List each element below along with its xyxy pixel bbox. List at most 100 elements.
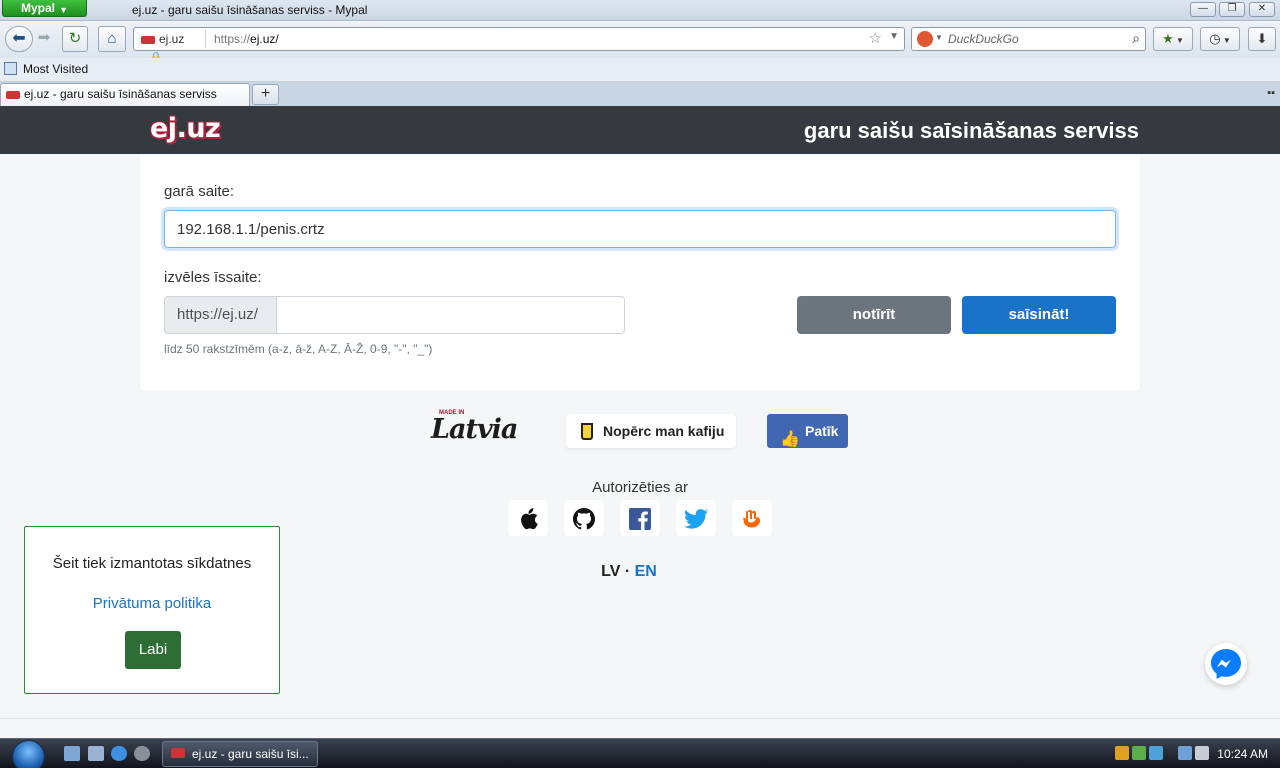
buy-me-coffee-button[interactable]: Nopērc man kafiju <box>566 414 736 448</box>
taskbar-item-label: ej.uz - garu saišu īsi... <box>192 747 309 761</box>
draugiem-login-button[interactable] <box>732 500 772 536</box>
history-clock-icon: ◷ <box>1209 31 1221 46</box>
url-host: ej.uz/ <box>250 32 279 46</box>
navigation-toolbar: ⬅ ➡ ↻ ⌂ ej.uz🔒 https://ej.uz/ ☆ ▼ ▼ Duck… <box>0 22 1280 64</box>
identity-label: ej.uz <box>159 32 185 46</box>
window-titlebar: Mypal ▼ ej.uz - garu saišu īsināšanas ser… <box>0 0 1280 21</box>
search-placeholder: DuckDuckGo <box>948 32 1019 46</box>
forward-button[interactable]: ➡ <box>33 26 55 52</box>
tray-app-icon[interactable] <box>1149 746 1163 760</box>
start-button[interactable] <box>8 739 50 768</box>
address-bar[interactable]: ej.uz🔒 https://ej.uz/ ☆ ▼ <box>133 27 905 64</box>
app-menu-label: Mypal <box>21 1 56 15</box>
site-logo[interactable]: ej.uz <box>150 113 221 144</box>
close-window-button[interactable]: ✕ <box>1249 2 1275 17</box>
shorten-button[interactable]: saīsināt! <box>962 296 1116 334</box>
latvia-label: Latvia <box>431 414 518 445</box>
new-tab-button[interactable]: + <box>252 84 279 105</box>
short-link-input[interactable] <box>276 296 625 334</box>
volume-muted-icon[interactable] <box>1195 746 1209 760</box>
history-button[interactable]: ◷ ▼ <box>1200 27 1240 51</box>
facebook-icon <box>629 507 651 530</box>
home-button[interactable]: ⌂ <box>98 26 126 52</box>
short-link-label: izvēles īssaite: <box>164 269 262 286</box>
reload-icon: ↻ <box>68 30 82 47</box>
clear-button[interactable]: notīrīt <box>797 296 951 334</box>
security-shield-icon[interactable] <box>1115 746 1129 760</box>
bookmark-most-visited[interactable]: Most Visited <box>4 62 88 76</box>
url-text[interactable]: https://ej.uz/ <box>214 32 279 46</box>
bookmark-star-icon[interactable]: ☆ <box>869 29 882 47</box>
messenger-chat-button[interactable] <box>1205 643 1247 685</box>
tab-strip: ej.uz - garu saišu īsināšanas serviss + … <box>0 82 1280 106</box>
cookie-notice: Šeit tiek izmantotas sīkdatnes Privātuma… <box>24 526 280 694</box>
messenger-icon <box>1206 644 1246 684</box>
tab-list-icon[interactable]: ▪▪ <box>1267 87 1275 99</box>
tab-active[interactable]: ej.uz - garu saišu īsināšanas serviss <box>0 83 250 106</box>
window-switch-icon[interactable] <box>88 746 104 761</box>
url-dropdown-icon[interactable]: ▼ <box>889 31 899 42</box>
long-link-label: garā saite: <box>164 183 235 200</box>
long-link-input[interactable] <box>164 210 1116 248</box>
draugiem-icon <box>743 509 761 528</box>
facebook-login-button[interactable] <box>620 500 660 536</box>
chevron-down-icon: ▼ <box>1220 36 1231 45</box>
network-check-icon[interactable] <box>1132 746 1146 760</box>
like-label: Patīk <box>805 423 839 439</box>
bookmarks-menu-button[interactable]: ★ ▼ <box>1153 27 1193 51</box>
privacy-policy-link[interactable]: Privātuma politika <box>25 595 279 612</box>
coffee-label: Nopērc man kafiju <box>603 423 725 439</box>
thumbs-up-icon: 👍 <box>780 431 800 448</box>
bookmark-label: Most Visited <box>23 62 89 76</box>
mypal-quicklaunch-icon[interactable] <box>134 746 150 761</box>
url-scheme: https:// <box>214 32 251 46</box>
apple-icon <box>521 507 538 530</box>
twitter-login-button[interactable] <box>676 500 716 536</box>
lang-separator: · <box>620 563 635 580</box>
site-header: ej.uz garu saišu saīsināšanas serviss <box>0 106 1280 154</box>
windows-logo-icon <box>12 740 45 768</box>
short-link-hint: līdz 50 rakstzīmēm (a-z, ā-ž, A-Z, Ā-Ž, … <box>164 342 433 356</box>
bookmarks-icon: ★ <box>1162 31 1174 46</box>
network-icon[interactable] <box>1178 746 1192 760</box>
internet-explorer-icon[interactable] <box>111 746 127 761</box>
apple-login-button[interactable] <box>508 500 548 536</box>
site-identity[interactable]: ej.uz🔒 <box>136 30 206 64</box>
github-login-button[interactable] <box>564 500 604 536</box>
back-button[interactable]: ⬅ <box>5 26 33 52</box>
os-taskbar: ej.uz - garu saišu īsi... 10:24 AM <box>0 738 1280 768</box>
system-clock[interactable]: 10:24 AM <box>1217 747 1268 761</box>
show-desktop-icon[interactable] <box>64 746 80 761</box>
auth-label: Autorizēties ar <box>592 479 688 496</box>
minimize-button[interactable]: — <box>1190 2 1216 17</box>
plus-icon: + <box>260 85 271 102</box>
taskbar-item-browser[interactable]: ej.uz - garu saišu īsi... <box>162 741 318 767</box>
site-favicon-icon <box>141 35 155 44</box>
search-bar[interactable]: ▼ DuckDuckGo ⌕ <box>911 27 1146 51</box>
restore-button[interactable]: ❐ <box>1219 2 1245 17</box>
window-title: ej.uz - garu saišu īsināšanas serviss - … <box>132 3 368 17</box>
lang-en[interactable]: EN <box>635 563 657 580</box>
cookie-accept-button[interactable]: Labi <box>125 631 181 669</box>
facebook-like-button[interactable]: 👍 Patīk <box>767 414 848 448</box>
search-icon[interactable]: ⌕ <box>1132 30 1140 47</box>
tab-favicon-icon <box>6 90 20 99</box>
home-icon: ⌂ <box>107 30 117 47</box>
short-link-prefix: https://ej.uz/ <box>164 296 277 334</box>
duckduckgo-icon[interactable] <box>917 31 933 47</box>
lang-lv[interactable]: LV <box>601 563 620 580</box>
forward-arrow-icon: ➡ <box>37 29 51 46</box>
search-engine-dropdown-icon[interactable]: ▼ <box>935 33 943 42</box>
twitter-icon <box>684 508 708 529</box>
taskbar-favicon-icon <box>171 748 185 758</box>
made-in-latvia-logo[interactable]: MADE IN Latvia <box>431 410 535 445</box>
downloads-button[interactable]: ⬇ <box>1248 27 1276 51</box>
page-divider <box>0 718 1280 719</box>
shorten-form-card: garā saite: izvēles īssaite: https://ej.… <box>140 154 1140 390</box>
back-arrow-icon: ⬅ <box>12 30 26 47</box>
github-icon <box>573 507 595 530</box>
folder-icon <box>4 62 17 75</box>
app-menu-button[interactable]: Mypal ▼ <box>2 0 87 17</box>
reload-button[interactable]: ↻ <box>62 26 88 52</box>
bookmarks-toolbar: Most Visited <box>0 58 1280 82</box>
